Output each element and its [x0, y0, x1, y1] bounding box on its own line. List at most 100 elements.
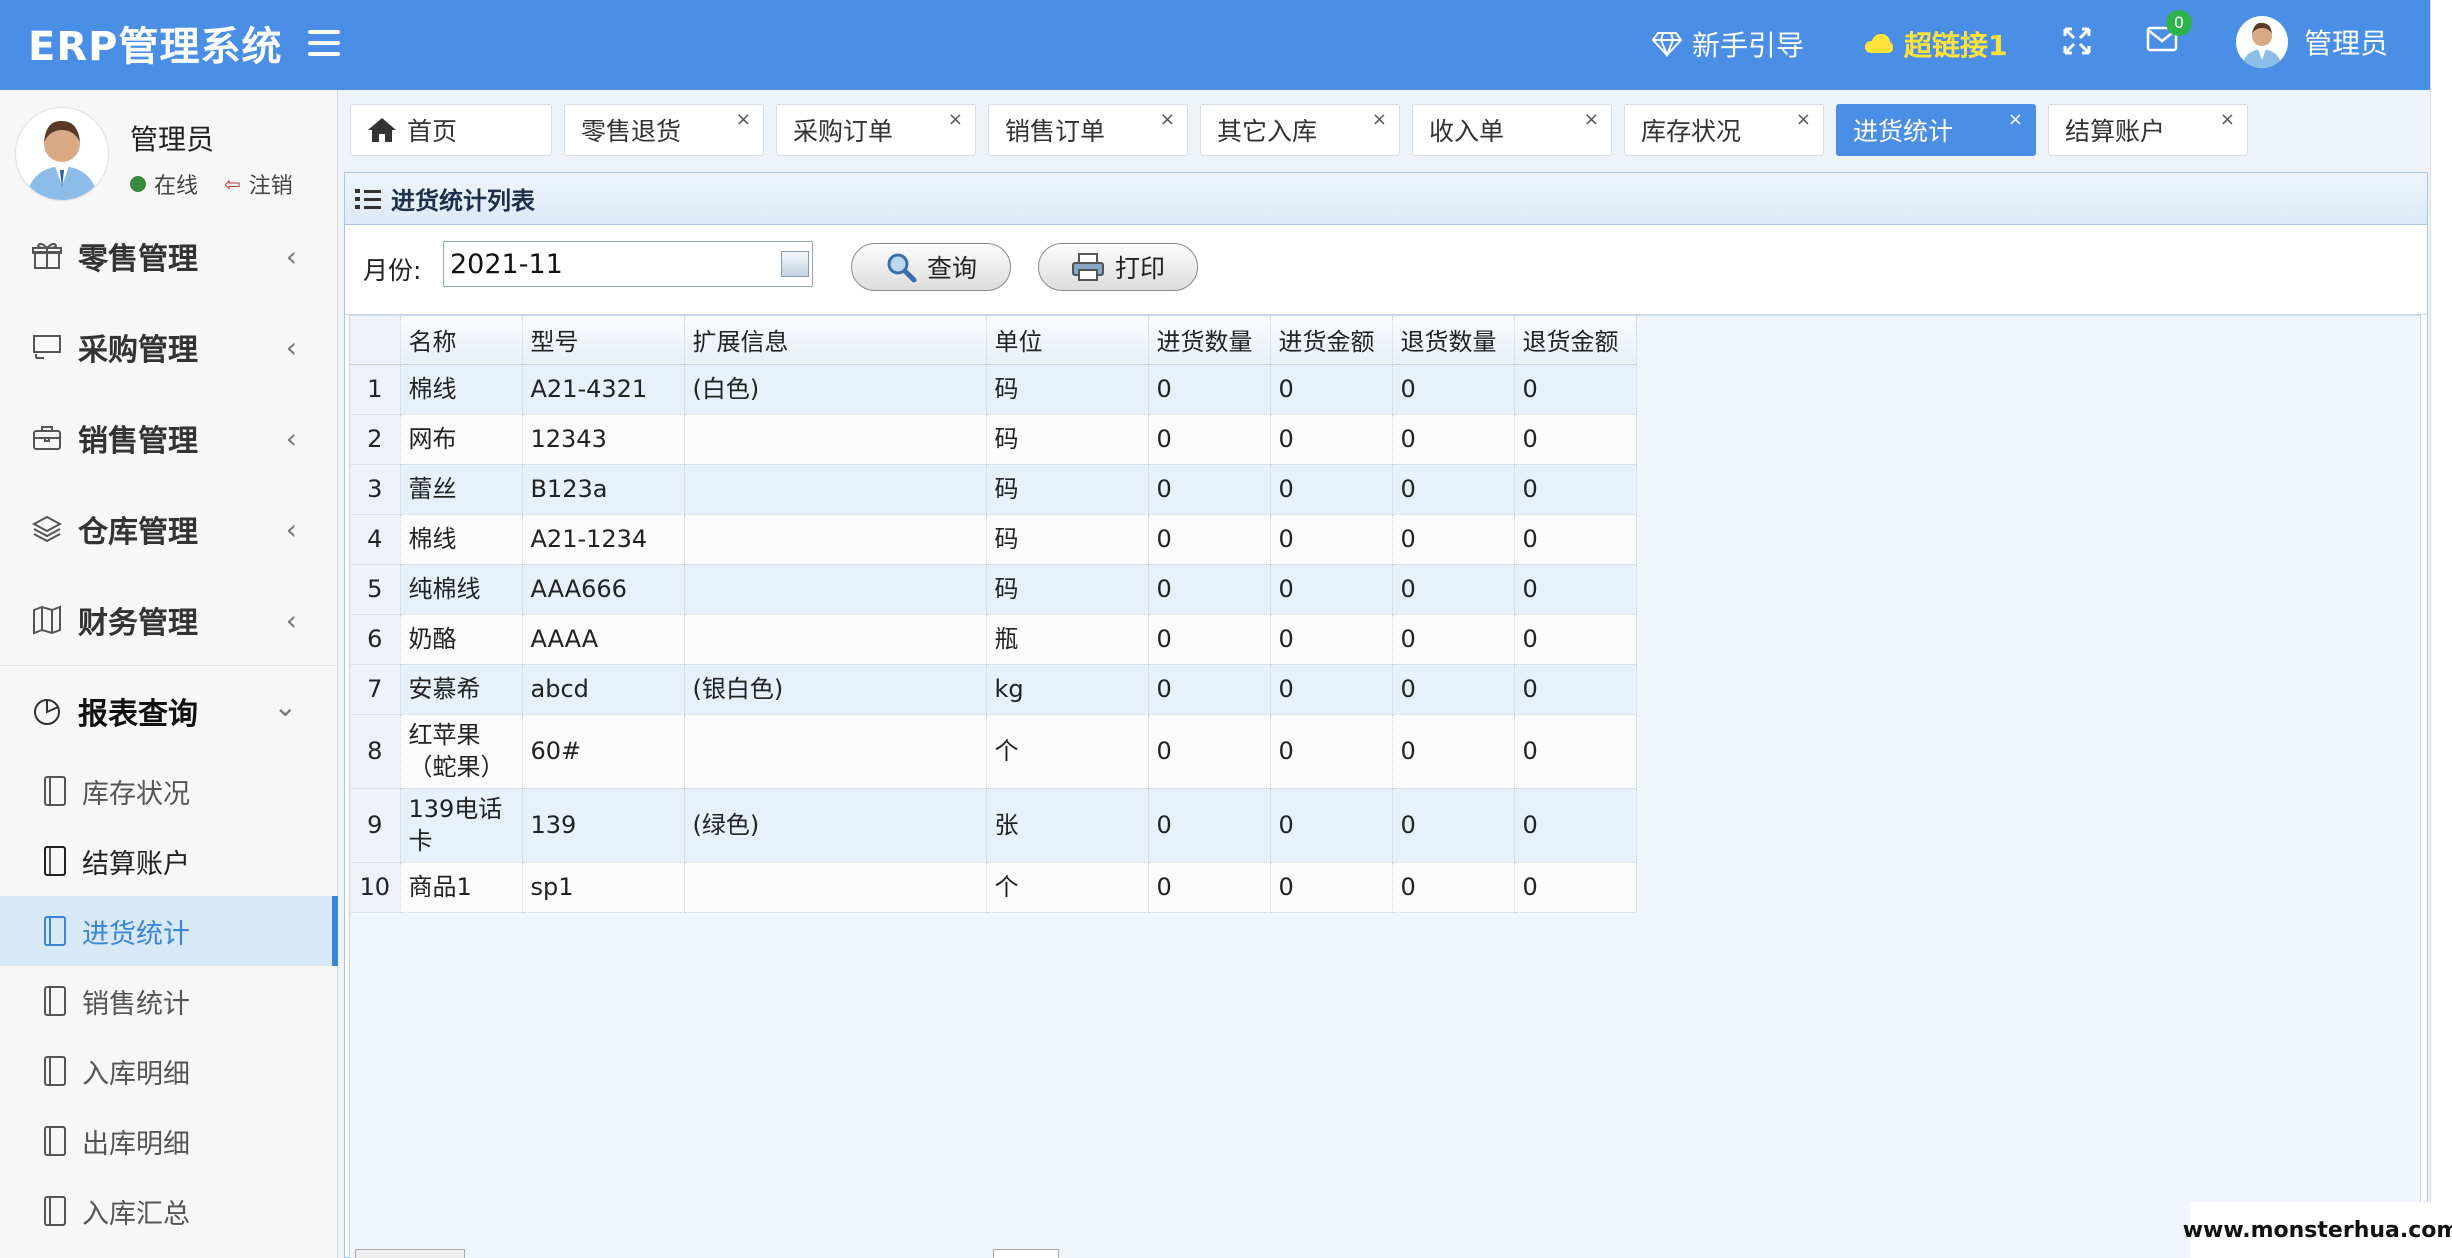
sidebar-item-label: 报表查询 — [78, 697, 198, 732]
sidebar-item-label: 入库明细 — [82, 1058, 190, 1090]
chevron-left-icon: ‹ — [285, 513, 297, 546]
tab-stock-status[interactable]: 库存状况 × — [1624, 104, 1824, 156]
cell-in-amt: 0 — [1270, 664, 1393, 715]
purchase-stats-panel: 进货统计列表 月份: 查询 打印 名称 型号 扩展信息 单位 进货数量 — [344, 172, 2428, 1258]
sidebar-item-reports[interactable]: 报表查询 ⌄ — [0, 665, 337, 756]
cell-ext — [684, 464, 987, 515]
column-header[interactable]: 名称 — [400, 316, 523, 365]
sidebar-item-sales-stats[interactable]: 销售统计 — [0, 966, 337, 1036]
sidebar-item-retail[interactable]: 零售管理 ‹ — [0, 210, 337, 301]
table-row[interactable]: 3 蕾丝 B123a 码 0 0 0 0 — [350, 464, 1637, 515]
tab-label: 销售订单 — [1005, 117, 1106, 146]
cell-name: 商品1 — [400, 862, 523, 913]
cell-model: 139 — [522, 788, 685, 863]
table-row[interactable]: 8 红苹果（蛇果） 60# 个 0 0 0 0 — [350, 714, 1637, 789]
profile-status: 在线 ⇦ 注销 — [130, 168, 293, 200]
table-row[interactable]: 1 棉线 A21-4321 (白色) 码 0 0 0 0 — [350, 364, 1637, 415]
close-icon[interactable]: × — [736, 109, 751, 130]
column-header[interactable]: 进货金额 — [1270, 316, 1393, 365]
cell-name: 棉线 — [400, 514, 523, 565]
close-icon[interactable]: × — [2008, 109, 2023, 130]
hyperlink-1[interactable]: 超链接1 — [1864, 24, 2007, 64]
calendar-icon[interactable] — [781, 251, 809, 277]
user-menu[interactable]: 管理员 — [2236, 16, 2388, 68]
sidebar-item-sales[interactable]: 销售管理 ‹ — [0, 392, 337, 483]
sidebar-item-warehouse[interactable]: 仓库管理 ‹ — [0, 483, 337, 574]
close-icon[interactable]: × — [1160, 109, 1175, 130]
close-icon[interactable]: × — [948, 109, 963, 130]
cell-unit: 码 — [986, 514, 1149, 565]
tab-retail-return[interactable]: 零售退货 × — [564, 104, 764, 156]
cell-ret-qty: 0 — [1392, 714, 1515, 789]
cell-in-qty: 0 — [1148, 564, 1271, 615]
online-dot-icon — [130, 176, 146, 192]
home-icon — [368, 118, 396, 142]
sidebar-item-outbound-detail[interactable]: 出库明细 — [0, 1106, 337, 1176]
sidebar-item-purchase-stats[interactable]: 进货统计 — [0, 896, 338, 966]
close-icon[interactable]: × — [1796, 109, 1811, 130]
column-header[interactable]: 单位 — [986, 316, 1149, 365]
table-row[interactable]: 7 安慕希 abcd (银白色) kg 0 0 0 0 — [350, 664, 1637, 715]
tab-purchase-stats[interactable]: 进货统计 × — [1836, 104, 2036, 156]
column-header[interactable]: 退货数量 — [1392, 316, 1515, 365]
sidebar-item-finance[interactable]: 财务管理 ‹ — [0, 574, 337, 665]
sidebar-item-label: 销售管理 — [78, 423, 198, 459]
sidebar-item-purchase[interactable]: 采购管理 ‹ — [0, 301, 337, 392]
menu-toggle-icon[interactable] — [308, 30, 340, 58]
pager-page-input[interactable] — [993, 1249, 1059, 1258]
table-row[interactable]: 2 网布 12343 码 0 0 0 0 — [350, 414, 1637, 465]
tab-home[interactable]: 首页 — [350, 104, 552, 156]
table-row[interactable]: 10 商品1 sp1 个 0 0 0 0 — [350, 862, 1637, 913]
table-row[interactable]: 5 纯棉线 AAA666 码 0 0 0 0 — [350, 564, 1637, 615]
row-number: 3 — [350, 464, 401, 515]
pager-page-size[interactable] — [355, 1249, 465, 1258]
cell-in-qty: 0 — [1148, 614, 1271, 665]
cell-unit: 码 — [986, 564, 1149, 615]
chevron-down-icon: ⌄ — [273, 690, 297, 723]
fullscreen-button[interactable] — [2062, 26, 2092, 56]
print-button[interactable]: 打印 — [1038, 243, 1198, 291]
print-label: 打印 — [1114, 254, 1165, 283]
cell-in-amt: 0 — [1270, 414, 1393, 465]
tab-settle-account[interactable]: 结算账户 × — [2048, 104, 2248, 156]
table-row[interactable]: 9 139电话卡 139 (绿色) 张 0 0 0 0 — [350, 788, 1637, 863]
sidebar-item-label: 入库汇总 — [82, 1198, 190, 1230]
sidebar-item-inbound-summary[interactable]: 入库汇总 — [0, 1176, 337, 1246]
table-body: 1 棉线 A21-4321 (白色) 码 0 0 0 0 2 网布 12343 码 0 0 0 0 3 蕾丝 B123… — [350, 364, 1637, 913]
query-button[interactable]: 查询 — [851, 243, 1011, 291]
column-header[interactable]: 进货数量 — [1148, 316, 1271, 365]
cell-model: AAA666 — [522, 564, 685, 615]
sidebar-item-label: 仓库管理 — [78, 514, 198, 550]
cell-ret-amt: 0 — [1514, 614, 1637, 665]
row-number-header — [350, 316, 401, 365]
table-row[interactable]: 6 奶酪 AAAA 瓶 0 0 0 0 — [350, 614, 1637, 665]
close-icon[interactable]: × — [1584, 109, 1599, 130]
expand-icon — [2063, 27, 2091, 55]
logout-icon[interactable]: ⇦ — [224, 172, 241, 196]
tab-sales-order[interactable]: 销售订单 × — [988, 104, 1188, 156]
logout-link[interactable]: 注销 — [249, 168, 293, 200]
column-header[interactable]: 型号 — [522, 316, 685, 365]
guide-link[interactable]: 新手引导 — [1652, 24, 1804, 64]
close-icon[interactable]: × — [2220, 109, 2235, 130]
tab-other-inbound[interactable]: 其它入库 × — [1200, 104, 1400, 156]
tab-purchase-order[interactable]: 采购订单 × — [776, 104, 976, 156]
sidebar-item-stock-status[interactable]: 库存状况 — [0, 756, 337, 826]
sidebar-item-settle-account[interactable]: 结算账户 — [0, 826, 337, 896]
page-scrollbar[interactable] — [2430, 0, 2452, 1258]
cell-in-amt: 0 — [1270, 564, 1393, 615]
cell-ret-qty: 0 — [1392, 862, 1515, 913]
tab-income[interactable]: 收入单 × — [1412, 104, 1612, 156]
search-icon — [887, 253, 917, 283]
column-header[interactable]: 退货金额 — [1514, 316, 1637, 365]
notebook-icon — [44, 846, 66, 876]
close-icon[interactable]: × — [1372, 109, 1387, 130]
cell-in-amt: 0 — [1270, 364, 1393, 415]
column-header[interactable]: 扩展信息 — [684, 316, 987, 365]
tab-label: 进货统计 — [1853, 117, 1954, 146]
month-input[interactable] — [443, 241, 813, 287]
message-count-badge: 0 — [2166, 10, 2192, 36]
table-row[interactable]: 4 棉线 A21-1234 码 0 0 0 0 — [350, 514, 1637, 565]
sidebar-item-inbound-detail[interactable]: 入库明细 — [0, 1036, 337, 1106]
sidebar-item-label: 零售管理 — [78, 241, 198, 277]
